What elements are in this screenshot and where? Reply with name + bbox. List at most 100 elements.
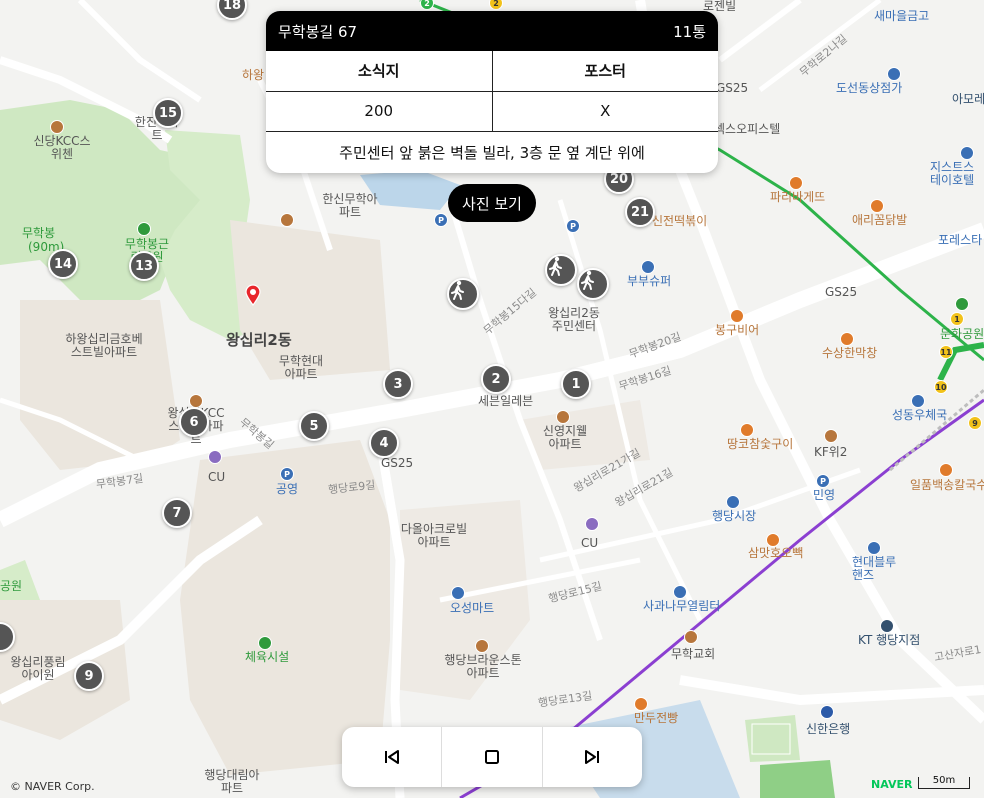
cluster-marker[interactable]: 13 [129, 251, 159, 281]
walker-icon[interactable] [577, 268, 609, 300]
place-label-osung-mart: 오성마트 [450, 601, 495, 615]
place-label-shinhan: 신한은행 [806, 722, 851, 736]
cluster-marker[interactable]: 5 [299, 411, 329, 441]
marker-pin-icon[interactable] [244, 284, 262, 306]
place-label-muhak-church: 무학교회 [671, 647, 716, 661]
shop-icon [451, 586, 465, 600]
popup-address: 무학봉길 67 [278, 22, 358, 41]
shop-icon [887, 67, 901, 81]
walker-icon[interactable] [545, 254, 577, 286]
cluster-marker[interactable]: 1 [561, 369, 591, 399]
place-label-seven-eleven: 세븐일레븐 [478, 394, 534, 408]
post-icon [911, 394, 925, 408]
place-label-muhakbong: 무학봉 [22, 226, 56, 240]
parking-icon: P [280, 467, 294, 481]
subway-line1-icon: 1 [950, 312, 964, 326]
parking-icon: P [566, 219, 580, 233]
place-label-hansin-muhak: 한신무학아파트 [322, 192, 378, 220]
popup-col1-header: 소식지 [266, 51, 492, 92]
walker-icon[interactable] [447, 278, 479, 310]
bank-icon [820, 705, 834, 719]
cluster-marker[interactable]: 7 [162, 498, 192, 528]
cu-icon [585, 517, 599, 531]
place-label-jeoseuteu: 지스트스테이호텔 [930, 160, 975, 188]
popup-col1-value: 200 [266, 91, 492, 132]
next-icon [585, 750, 600, 764]
bakery-icon [789, 176, 803, 190]
cluster-marker[interactable]: 9 [74, 661, 104, 691]
cluster-marker[interactable]: 2 [481, 364, 511, 394]
apartment-icon [189, 394, 203, 408]
shop-icon [673, 585, 687, 599]
hotel-icon [960, 146, 974, 160]
cluster-marker[interactable]: 4 [369, 428, 399, 458]
restaurant-icon [939, 463, 953, 477]
info-popup: 무학봉길 67 11통 소식지 포스터 200 X 주민센터 앞 붉은 벽돌 빌… [266, 11, 718, 173]
previous-button[interactable] [342, 727, 441, 787]
cluster-marker[interactable]: 3 [383, 369, 413, 399]
cluster-marker[interactable]: 14 [48, 249, 78, 279]
place-label-suhsang: 수상한막창 [822, 346, 878, 360]
subway-line10-icon: 10 [934, 380, 948, 394]
cluster-marker[interactable]: 6 [179, 407, 209, 437]
place-label-haengdang-daerim: 행당대림아파트 [204, 768, 260, 796]
apartment-icon [280, 213, 294, 227]
place-label-kt: KT 행당지점 [858, 633, 921, 647]
stop-icon [484, 750, 499, 764]
next-button[interactable] [541, 727, 642, 787]
restaurant-icon [870, 199, 884, 213]
place-label-muhak-hyundai: 무학현대아파트 [278, 354, 324, 382]
place-label-sinjeon: 신전떡볶이 [652, 214, 708, 228]
place-label-gs25-c: GS25 [825, 285, 858, 299]
place-label-bluehands: 현대블루핸즈 [852, 555, 897, 583]
place-label-sinyoung-jiwell: 신영지웰아파트 [542, 424, 588, 452]
cluster-marker[interactable]: 21 [625, 197, 655, 227]
place-label-hawang-kumho: 하왕십리금호베스트빌아파트 [65, 332, 143, 360]
place-label-saemaeul: 새마을금고 [874, 9, 930, 23]
popup-col2-value: X [491, 91, 718, 132]
place-label-kf-wi2: KF위2 [814, 445, 848, 459]
popup-description: 주민센터 앞 붉은 벽돌 빌라, 3층 문 옆 계단 위에 [339, 144, 645, 162]
church-icon [684, 630, 698, 644]
place-label-park: 공원 [0, 579, 23, 593]
popup-table: 소식지 포스터 200 X [266, 51, 718, 132]
parking-label-minyeong: 민영 [813, 488, 836, 502]
stop-button[interactable] [441, 727, 541, 787]
area-label-wangsimni2dong: 왕십리2동 [226, 331, 292, 349]
market-icon [726, 495, 740, 509]
view-photo-button[interactable]: 사진 보기 [448, 184, 536, 222]
subway-line11-icon: 11 [939, 345, 953, 359]
place-label-post: 성동우체국 [892, 408, 948, 422]
park-icon [955, 297, 969, 311]
popup-header: 무학봉길 67 11통 [266, 11, 718, 51]
place-label-doseon: 도선동상점가 [836, 81, 903, 95]
place-label-pungrim: 왕십리풍림아이원 [10, 655, 66, 683]
place-label-foreset: 포레스타 [938, 233, 983, 247]
apartment-icon [475, 639, 489, 653]
restaurant-icon [634, 697, 648, 711]
place-label-sports: 체육시설 [245, 650, 290, 664]
place-label-2dong-center: 왕십리2동주민센터 [548, 306, 600, 334]
place-label-haengdang-brownstone: 행당브라운스톤아파트 [444, 653, 522, 681]
place-label-haengdang-market: 행당시장 [712, 509, 757, 523]
park-icon [137, 222, 151, 236]
place-label-cu-b: CU [581, 536, 599, 550]
place-label-bubu-super: 부부슈퍼 [627, 274, 672, 288]
naver-logo: NAVER [871, 778, 913, 791]
apartment-icon [824, 429, 838, 443]
sports-icon [258, 636, 272, 650]
shop-icon [641, 260, 655, 274]
copyright-text: © NAVER Corp. [10, 780, 95, 793]
prev-icon [384, 750, 399, 764]
scale-label: 50m [932, 775, 956, 786]
place-label-mandu: 만두전빵 [634, 711, 679, 725]
place-label-amore: 아모레 [952, 92, 984, 106]
playback-controls [342, 727, 642, 787]
cluster-marker[interactable]: 15 [153, 98, 183, 128]
place-label-bonggu-beer: 봉구비어 [715, 323, 760, 337]
place-label-hawang: 하왕 [242, 68, 265, 82]
restaurant-icon [730, 309, 744, 323]
place-label-sindang-kcc: 신당KCC스위첸 [33, 134, 91, 162]
place-label-paris: 파리바게뜨 [770, 190, 826, 204]
kt-icon [880, 619, 894, 633]
